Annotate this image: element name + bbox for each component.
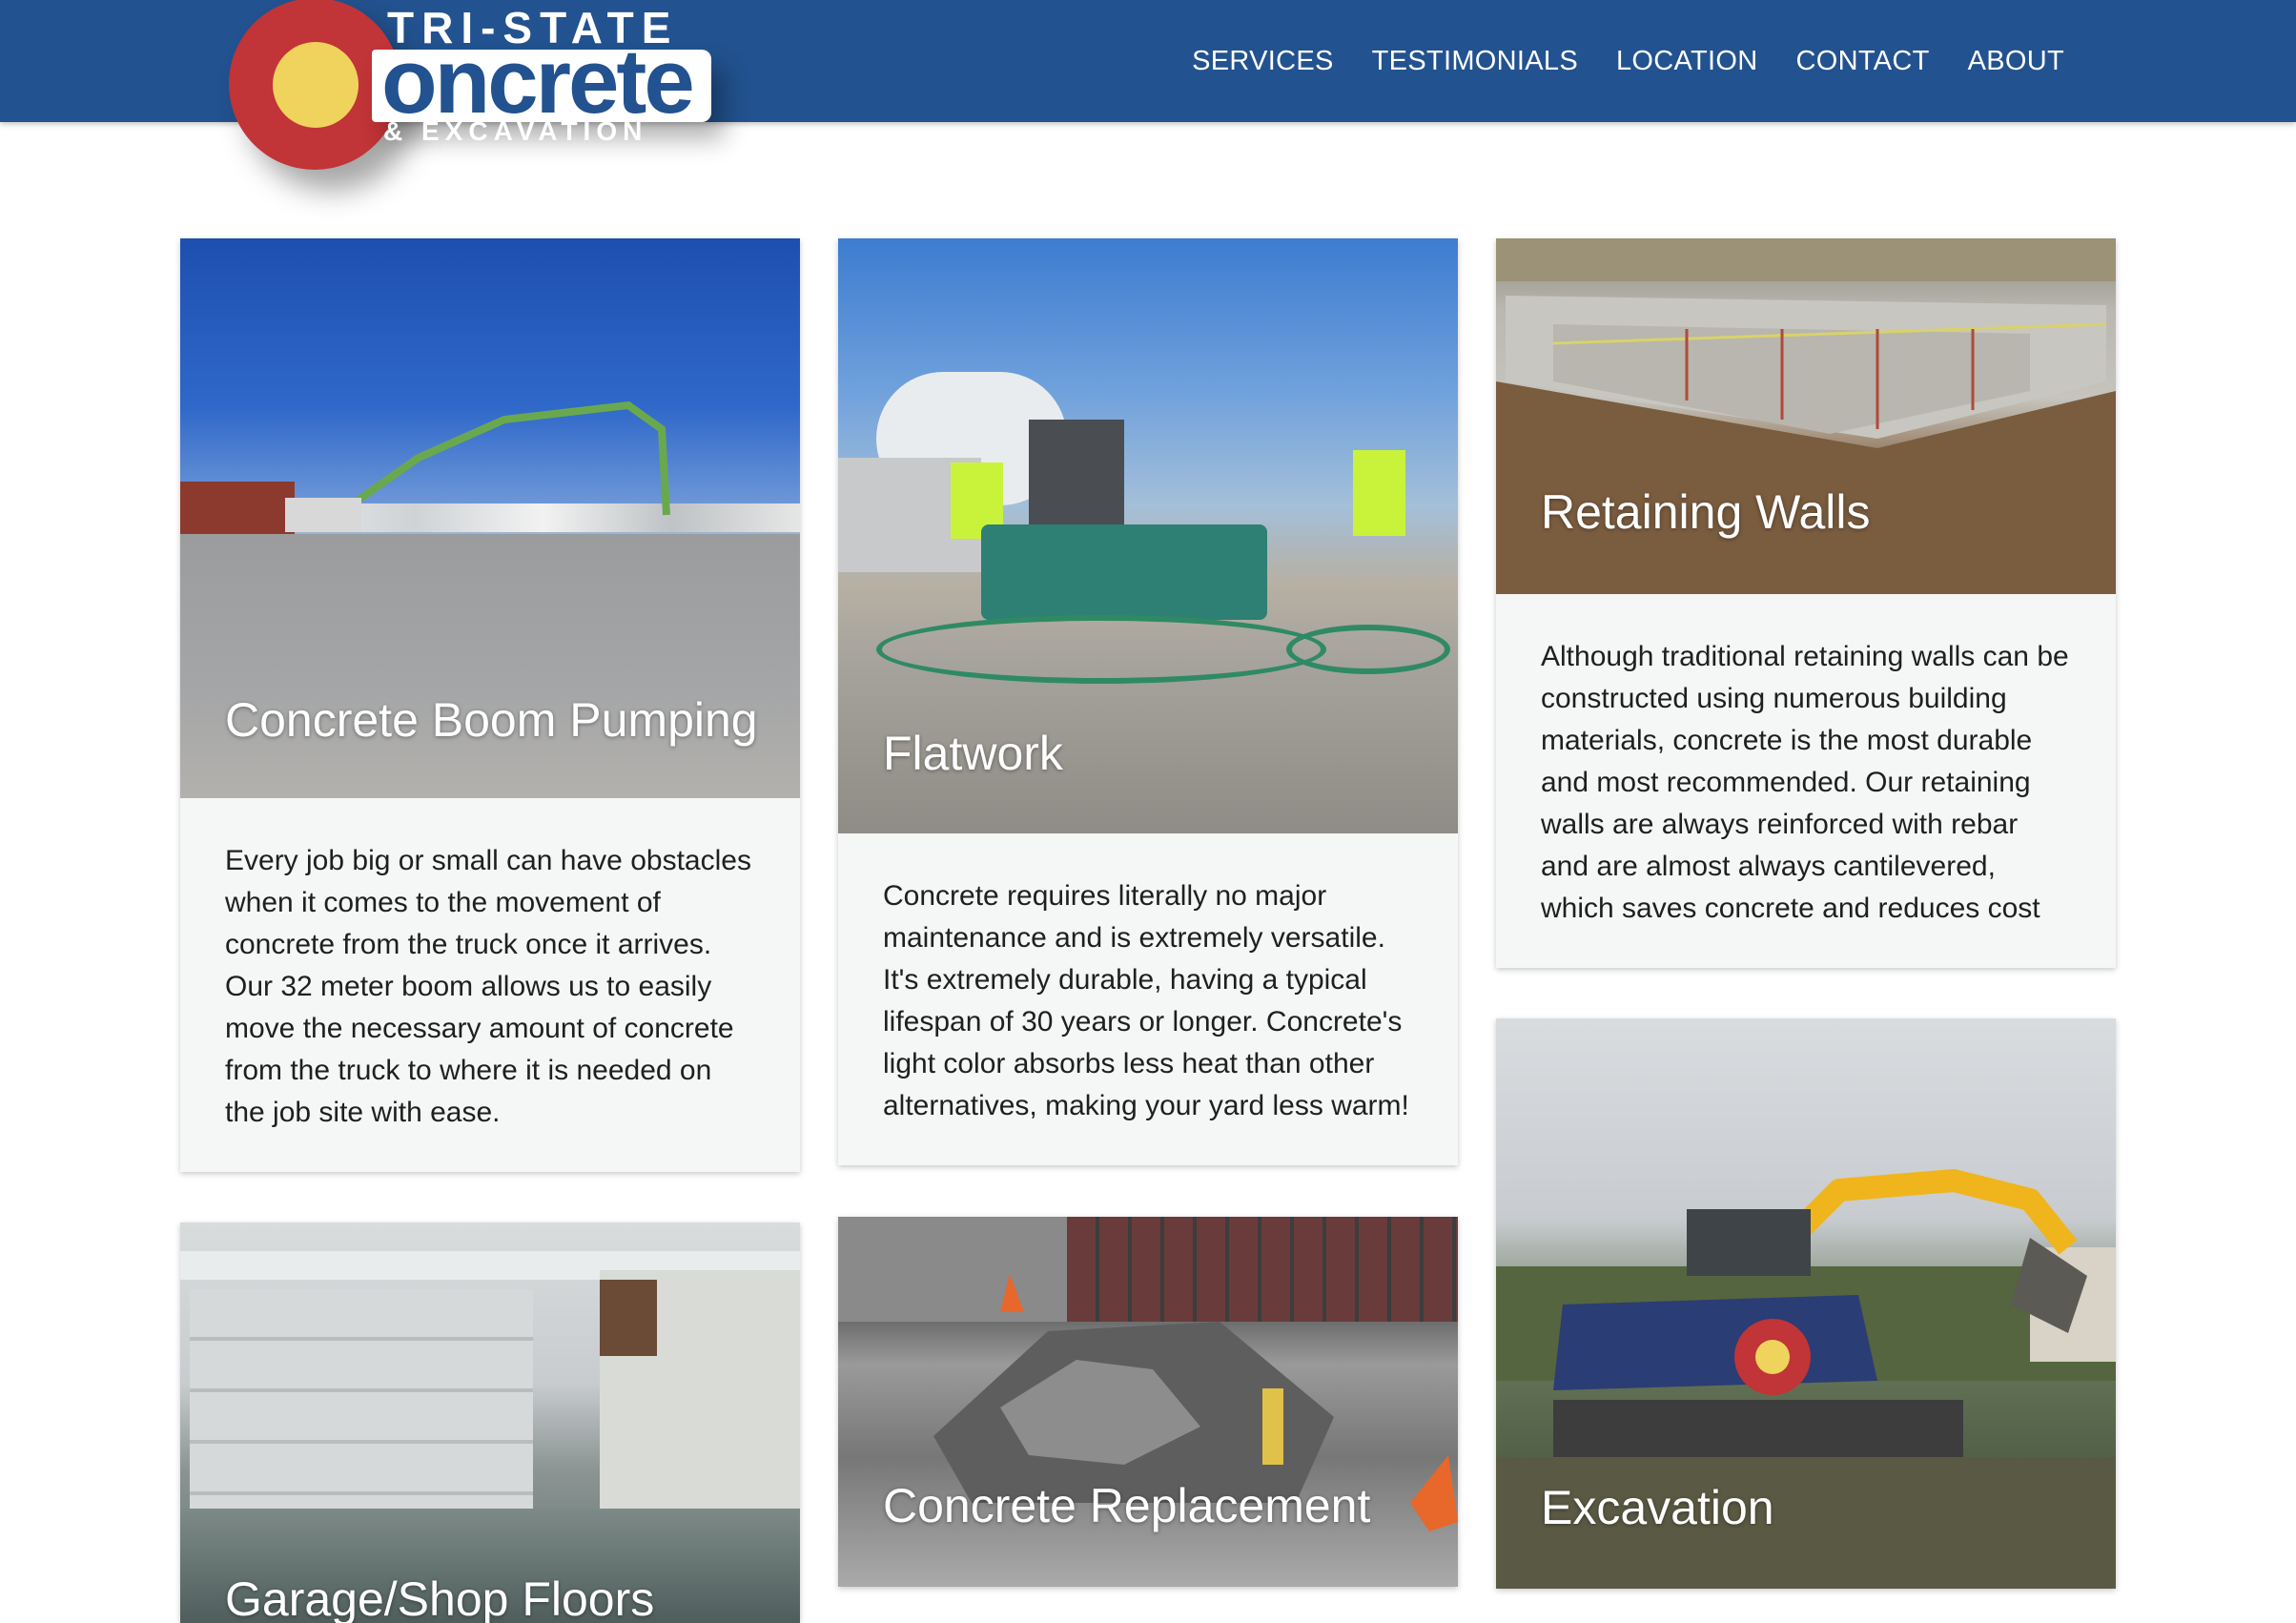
- retaining-walls-title: Retaining Walls: [1541, 485, 1871, 539]
- service-card-garage-floors[interactable]: Garage/Shop Floors: [180, 1222, 800, 1623]
- boom-pumping-description: Every job big or small can have obstacle…: [225, 845, 751, 1128]
- service-card-excavation[interactable]: Excavation: [1496, 1018, 2116, 1589]
- flatwork-title: Flatwork: [883, 727, 1063, 780]
- retaining-walls-description: Although traditional retaining walls can…: [1541, 641, 2069, 924]
- service-card-concrete-replacement[interactable]: Concrete Replacement: [838, 1217, 1458, 1587]
- concrete-replacement-image: Concrete Replacement: [838, 1217, 1458, 1587]
- main-nav: SERVICES TESTIMONIALS LOCATION CONTACT A…: [1192, 0, 2064, 122]
- nav-about-link[interactable]: ABOUT: [1968, 46, 2064, 77]
- nav-location-link[interactable]: LOCATION: [1616, 46, 1758, 77]
- concrete-replacement-title: Concrete Replacement: [883, 1479, 1371, 1532]
- excavation-image: Excavation: [1496, 1018, 2116, 1589]
- garage-floors-image: Garage/Shop Floors: [180, 1222, 800, 1623]
- nav-testimonials-link[interactable]: TESTIMONIALS: [1372, 46, 1578, 77]
- boom-pumping-title: Concrete Boom Pumping: [225, 693, 758, 747]
- service-card-flatwork[interactable]: Flatwork Concrete requires literally no …: [838, 238, 1458, 1165]
- excavation-title: Excavation: [1541, 1481, 1774, 1534]
- garage-floors-title: Garage/Shop Floors: [225, 1572, 655, 1623]
- logo-excavation-text: & EXCAVATION: [383, 116, 648, 146]
- service-card-retaining-walls[interactable]: Retaining Walls Although traditional ret…: [1496, 238, 2116, 968]
- logo-concrete-text: oncrete: [381, 31, 695, 133]
- service-card-boom-pumping[interactable]: Concrete Boom Pumping Every job big or s…: [180, 238, 800, 1172]
- nav-services-link[interactable]: SERVICES: [1192, 46, 1334, 77]
- flatwork-image: Flatwork: [838, 238, 1458, 833]
- site-logo[interactable]: TRI-STATE oncrete & EXCAVATION: [229, 0, 715, 181]
- retaining-walls-image: Retaining Walls: [1496, 238, 2116, 594]
- flatwork-description: Concrete requires literally no major mai…: [883, 880, 1409, 1121]
- boom-pumping-image: Concrete Boom Pumping: [180, 238, 800, 798]
- nav-contact-link[interactable]: CONTACT: [1795, 46, 1929, 77]
- logo-yellow-sun: [273, 42, 359, 128]
